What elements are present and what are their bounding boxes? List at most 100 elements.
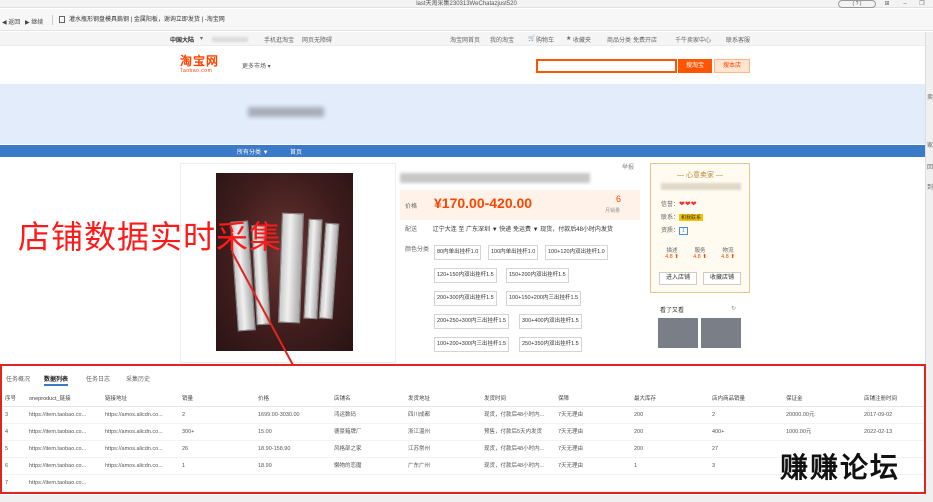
sku-option[interactable]: 250+350内双出挂杆1.5 [519, 337, 582, 352]
table-cell: 6 [2, 457, 26, 475]
browser-toolbar: ◀ 返回 ▶ 继续 灌水瓶形钢盘模具鎢钢 | 金属阳板，谢询立即发货 | -淘宝… [0, 9, 933, 31]
table-row[interactable]: 3 https://item.taobao.co... https://amos.a… [2, 406, 924, 424]
more-market-dropdown[interactable]: 更多市场 ▾ [242, 61, 271, 70]
nav-service[interactable]: 联系客服 [726, 35, 750, 44]
nav-my-taobao[interactable]: 我的淘宝 [490, 35, 514, 44]
back-button[interactable]: ◀ 返回 [2, 17, 20, 26]
table-cell [179, 474, 255, 492]
table-cell: 风格部之家 [331, 440, 405, 458]
column-header[interactable]: 最大库存 [631, 392, 709, 407]
table-cell: 3 [709, 457, 783, 475]
column-header[interactable]: 店内商品销量 [709, 392, 783, 407]
table-cell [555, 474, 631, 492]
pin-icon[interactable]: ⊞ [880, 0, 894, 8]
favorite-store-button[interactable]: 收藏店铺 [703, 272, 741, 285]
sku-option[interactable]: 120+150内双出挂杆1.5 [434, 268, 497, 283]
related-thumbnail[interactable] [658, 318, 698, 348]
nav-category[interactable]: 商品分类 [607, 35, 631, 44]
enter-store-button[interactable]: 进入店铺 [659, 272, 697, 285]
nav-home[interactable]: 淘宝网首页 [450, 35, 480, 44]
nav-favorites[interactable]: 收藏夹 [573, 35, 591, 44]
sku-option[interactable]: 200+300内双出挂杆1.5 [434, 291, 497, 306]
tab-history[interactable]: 采集历史 [126, 374, 150, 383]
nav-free-store[interactable]: 免费开店 [633, 35, 657, 44]
column-header[interactable]: 店铺注册时间 [861, 392, 924, 407]
help-button[interactable]: ( ? ) [838, 0, 876, 8]
address-bar[interactable]: 灌水瓶形钢盘模具鎢钢 | 金属阳板，谢询立即发货 | -淘宝网 [57, 14, 837, 26]
shop-banner [0, 84, 925, 144]
table-row[interactable]: 4 https://item.taobao.co... https://amos.a… [2, 423, 924, 441]
taobao-logo[interactable]: 淘宝网 Taobao.com [180, 55, 230, 77]
column-header[interactable]: 序号 [2, 392, 26, 407]
table-cell: 2 [709, 406, 783, 424]
quality-row: 资质： 1 [661, 225, 688, 235]
table-cell: https://amos.alicdn.co... [102, 457, 179, 475]
nav-accessibility[interactable]: 网页无障碍 [302, 35, 332, 44]
window-title-bar: last天淘采集230313WeChatazjust520 ( ? ) ⊞ – … [0, 0, 933, 8]
site-nav: 中国大陆 ▾ 手机逛淘宝 网页无障碍 淘宝网首页 我的淘宝 🛒 购物车 ★ 收藏… [0, 32, 933, 46]
nav-mobile[interactable]: 手机逛淘宝 [264, 35, 294, 44]
nav-seller-center[interactable]: 千牛卖家中心 [675, 35, 711, 44]
search-input[interactable] [536, 59, 677, 73]
refresh-icon[interactable]: ↻ [731, 305, 736, 312]
toolbar-separator [52, 15, 53, 25]
table-cell: 现货，付款后48小时内... [481, 440, 555, 458]
tab-task-overview[interactable]: 任务概况 [6, 374, 30, 383]
shop-home-link[interactable]: 首页 [290, 147, 302, 156]
side-tool-strip: 卖 家 回 到 [925, 32, 933, 502]
nav-cart[interactable]: 购物车 [536, 35, 554, 44]
table-cell: 7天无理由 [555, 457, 631, 475]
column-header[interactable]: 销量 [179, 392, 255, 407]
sku-option[interactable]: 80内单出挂杆1.0 [434, 245, 482, 260]
column-header[interactable]: 店铺名 [331, 392, 405, 407]
table-cell: 20000.00元 [783, 406, 861, 424]
table-cell: 15.00 [255, 423, 331, 441]
shipping-value[interactable]: 辽宁大连 至 广东深圳 ▼ 快递 免运费 ▼ 现货，付款后48小时内发货 [433, 227, 613, 233]
maximize-icon[interactable]: ❐ [915, 0, 929, 8]
table-cell: https://amos.alicdn.co... [102, 440, 179, 458]
table-cell: 鸿运数码 [331, 406, 405, 424]
sku-option[interactable]: 100内单出挂杆1.0 [488, 245, 539, 260]
search-store-button[interactable]: 搜本店 [714, 59, 750, 73]
sku-option[interactable]: 100+150+200内三出挂杆1.5 [506, 291, 582, 306]
column-header[interactable]: 价格 [255, 392, 331, 407]
table-cell: https://item.taobao.co... [26, 474, 102, 492]
column-header[interactable]: 发货时间 [481, 392, 555, 407]
table-cell: 预售，付款后5天内发货 [481, 423, 555, 441]
table-cell [405, 474, 481, 492]
table-cell: 18.90-158.90 [255, 440, 331, 458]
table-cell: 浙江温州 [405, 423, 481, 441]
all-categories-link[interactable]: 所有分类 ▼ [237, 147, 269, 156]
report-link[interactable]: 举报 [622, 162, 634, 171]
column-header[interactable]: oneproduct_链接 [26, 392, 102, 407]
column-header[interactable]: 链接地址 [102, 392, 179, 407]
forward-button[interactable]: ▶ 继续 [25, 17, 43, 26]
search-taobao-button[interactable]: 搜淘宝 [678, 59, 712, 73]
sku-option[interactable]: 300+400内双出挂杆1.5 [519, 314, 582, 329]
region-selector[interactable]: 中国大陆 [170, 35, 194, 44]
tab-data-list[interactable]: 数据列表 [44, 374, 69, 386]
table-cell: 3 [2, 406, 26, 424]
star-icon: ★ [566, 36, 572, 42]
sku-option[interactable]: 100+200+300内三出挂杆1.5 [434, 337, 510, 352]
tab-task-log[interactable]: 任务日志 [86, 374, 110, 383]
minimize-icon[interactable]: – [898, 0, 912, 8]
table-cell: 300+ [179, 423, 255, 441]
column-header[interactable]: 发货地址 [405, 392, 481, 407]
table-cell: 广东广州 [405, 457, 481, 475]
table-header-row: 序号 oneproduct_链接 链接地址 销量 价格 店铺名 发货地址 发货时间 保障 最大库存… [2, 392, 924, 407]
table-cell: 2017-09-02 [861, 406, 924, 424]
window-title: last天淘采集230313WeChatazjust520 [416, 1, 517, 7]
table-cell: 5 [2, 440, 26, 458]
column-header[interactable]: 保证金 [783, 392, 861, 407]
table-cell: 1000.00元 [783, 423, 861, 441]
contact-seller-button[interactable]: 和我联系 [679, 214, 704, 221]
table-cell: 400+ [709, 423, 783, 441]
quality-badge[interactable]: 1 [679, 227, 688, 235]
related-thumbnail[interactable] [701, 318, 741, 348]
sku-option[interactable]: 200+250+300内三出挂杆1.5 [434, 314, 510, 329]
sku-option[interactable]: 100+120内双出挂杆1.0 [545, 245, 608, 260]
column-header[interactable]: 保障 [555, 392, 631, 407]
sku-option[interactable]: 150+200内双出挂杆1.5 [506, 268, 569, 283]
seen-again-title: 看了又看 [660, 308, 685, 314]
